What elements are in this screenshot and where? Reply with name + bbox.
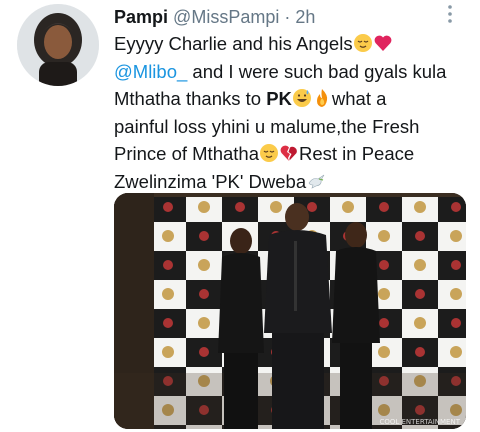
tweet-text-part: Zwelinzima 'PK' Dweba: [114, 170, 307, 192]
separator-dot: ·: [284, 7, 291, 27]
tweet-text-part: Mthatha thanks to: [114, 88, 267, 109]
tweet-card[interactable]: Pampi @MissPampi · 2h Eyyyy Charlie and …: [0, 0, 480, 432]
tweet-text-part: Rest in Peace: [299, 143, 415, 164]
tweet-media-photo[interactable]: COOL ENTERTAINMENT: [114, 193, 466, 429]
tweet-text: Eyyyy Charlie and his Angels @Mlibo_ and…: [114, 30, 469, 195]
tweet-text-part: Prince of Mthatha: [114, 143, 259, 164]
person-center: [264, 203, 332, 429]
grinning-sweat-icon: [292, 89, 311, 107]
author-handle[interactable]: @MissPampi: [173, 7, 279, 27]
photo-image: [114, 193, 466, 429]
red-heart-icon: [374, 35, 391, 51]
tweet-text-part: what a: [331, 88, 387, 109]
tweet-text-bold: PK: [266, 88, 292, 109]
mention-link[interactable]: @Mlibo_: [114, 61, 187, 82]
more-options-icon[interactable]: [438, 2, 462, 26]
author-name[interactable]: Pampi: [114, 7, 168, 27]
avatar-image: [17, 4, 99, 86]
tweet-text-part: painful loss yhini u malume,the Fresh: [114, 115, 420, 137]
tweet-header: Pampi @MissPampi · 2h: [114, 5, 315, 29]
avatar[interactable]: [17, 4, 99, 86]
photo-watermark: COOL ENTERTAINMENT: [379, 418, 460, 426]
tweet-text-part: Eyyyy Charlie and his Angels: [114, 33, 353, 54]
person-left: [218, 228, 264, 429]
broken-heart-icon: [280, 145, 297, 161]
relieved-face-icon: [260, 144, 278, 162]
dove-icon: [308, 174, 325, 189]
relieved-face-icon: [353, 34, 372, 52]
fire-icon: [316, 89, 328, 107]
tweet-time[interactable]: 2h: [295, 7, 315, 27]
tweet-text-part: and I were such bad gyals kula: [187, 60, 447, 82]
